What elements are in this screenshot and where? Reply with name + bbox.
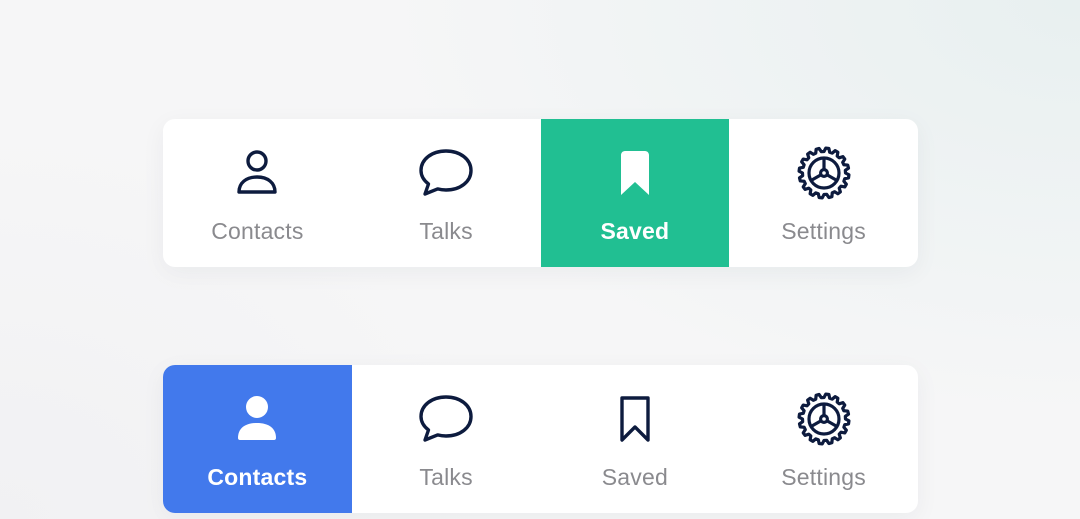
gear-spoke: [809, 419, 822, 428]
user-icon: [227, 145, 287, 201]
gear-outline: [797, 146, 851, 200]
gear-icon: [794, 391, 854, 447]
gear-outline: [797, 392, 851, 446]
bookmark-icon: [605, 391, 665, 447]
nav-item-label: Contacts: [207, 464, 308, 490]
chat-bubble-icon: [416, 391, 476, 447]
gear-spoke: [825, 173, 838, 182]
user-icon: [227, 391, 287, 447]
nav-item-settings[interactable]: Settings: [729, 119, 918, 267]
nav-item-label: Settings: [781, 218, 866, 244]
gear-spoke: [825, 419, 838, 428]
nav-item-label: Saved: [600, 218, 670, 244]
bottom-nav-bar-green: Contacts Talks Saved Settings: [163, 119, 918, 267]
nav-item-label: Contacts: [211, 218, 304, 244]
gear-hub: [818, 414, 829, 425]
nav-item-label: Talks: [419, 464, 473, 490]
nav-item-settings[interactable]: Settings: [729, 365, 918, 513]
nav-item-label: Talks: [419, 218, 473, 244]
gear-hub: [818, 168, 829, 179]
nav-item-label: Saved: [601, 464, 668, 490]
gear-icon: [794, 145, 854, 201]
nav-item-saved[interactable]: Saved: [540, 119, 730, 267]
nav-item-talks[interactable]: Talks: [352, 365, 541, 513]
nav-item-contacts[interactable]: Contacts: [163, 365, 352, 513]
nav-item-label: Settings: [781, 464, 866, 490]
bottom-nav-bar-blue: Contacts Talks Saved Settings: [163, 365, 918, 513]
chat-bubble-icon: [416, 145, 476, 201]
bookmark-icon: [605, 145, 665, 201]
nav-item-saved[interactable]: Saved: [541, 365, 730, 513]
nav-item-contacts[interactable]: Contacts: [163, 119, 352, 267]
gear-spoke: [809, 173, 822, 182]
nav-item-talks[interactable]: Talks: [352, 119, 541, 267]
